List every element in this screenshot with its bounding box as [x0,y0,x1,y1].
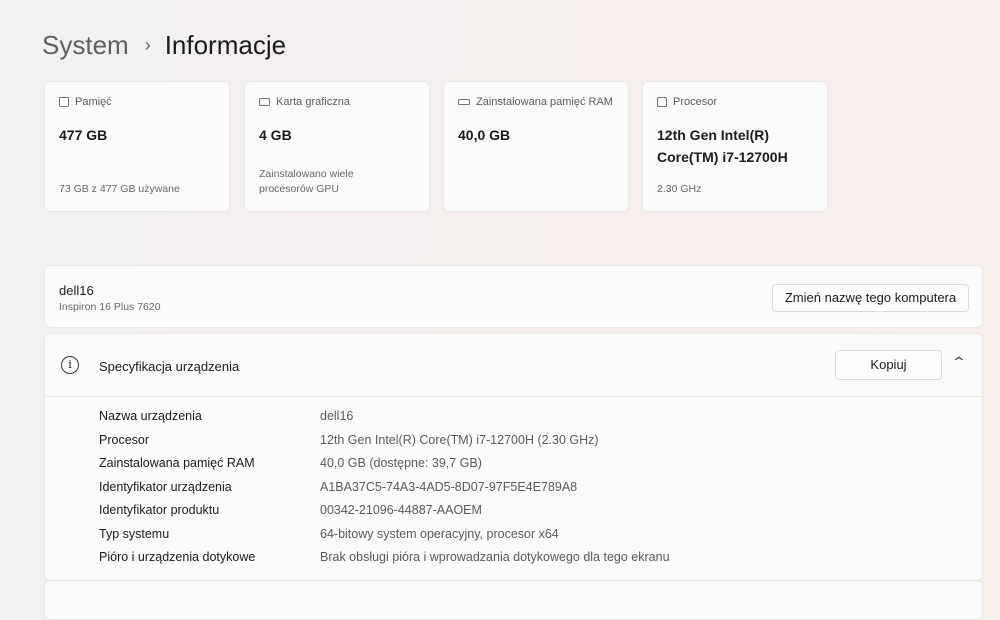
card-sub: Zainstalowano wiele procesorów GPU [259,168,354,195]
page-title: Informacje [164,30,287,60]
chevron-up-icon[interactable]: ⌃ [951,354,967,371]
spec-label: Identyfikator produktu [99,503,220,517]
info-icon: i [61,356,79,374]
spec-value: 40,0 GB (dostępne: 39,7 GB) [320,456,482,470]
card-sub: 2.30 GHz [657,183,702,195]
breadcrumb: System › Informacje [42,30,286,61]
computer-name-panel: dell16 Inspiron 16 Plus 7620 Zmień nazwę… [44,265,983,328]
copy-button[interactable]: Kopiuj [835,350,942,380]
specs-title: Specyfikacja urządzenia [99,359,240,374]
cpu-icon [657,97,667,107]
storage-card: Pamięć 477 GB 73 GB z 477 GB używane [44,81,230,212]
card-label: Procesor [673,96,718,108]
spec-value: Brak obsługi pióra i wprowadzania dotyko… [320,550,670,564]
storage-icon [59,97,69,107]
next-panel [44,580,983,620]
rename-computer-button[interactable]: Zmień nazwę tego komputera [772,284,969,312]
spec-label: Typ systemu [99,527,170,541]
spec-label: Zainstalowana pamięć RAM [99,456,255,470]
card-value: 40,0 GB [458,127,511,143]
breadcrumb-system[interactable]: System [42,30,129,61]
spec-label: Nazwa urządzenia [99,409,202,423]
computer-model: Inspiron 16 Plus 7620 [59,301,161,313]
computer-name: dell16 [59,283,94,298]
spec-value: 00342-21096-44887-AAOEM [320,503,482,517]
spec-label: Pióro i urządzenia dotykowe [99,550,256,564]
card-value: 12th Gen Intel(R) Core(TM) i7-12700H [657,127,788,165]
spec-label: Procesor [99,433,150,447]
spec-value: A1BA37C5-74A3-4AD5-8D07-97F5E4E789A8 [320,480,578,494]
specs-header[interactable]: i Specyfikacja urządzenia Kopiuj ⌃ [45,334,982,397]
spec-value: 12th Gen Intel(R) Core(TM) i7-12700H (2.… [320,433,599,447]
ram-icon [458,99,470,105]
card-value: 477 GB [59,127,108,143]
gpu-card: Karta graficzna 4 GB Zainstalowano wiele… [244,81,430,212]
card-sub: 73 GB z 477 GB używane [59,183,180,195]
spec-value: 64-bitowy system operacyjny, procesor x6… [320,527,559,541]
device-specs-panel: i Specyfikacja urządzenia Kopiuj ⌃ Nazwa… [44,333,983,581]
card-label: Zainstalowana pamięć RAM [476,96,613,108]
card-label: Karta graficzna [276,96,350,108]
ram-card: Zainstalowana pamięć RAM 40,0 GB [443,81,629,212]
spec-value: dell16 [320,409,354,423]
chevron-right-icon: › [144,35,151,55]
cpu-card: Procesor 12th Gen Intel(R) Core(TM) i7-1… [642,81,828,212]
spec-label: Identyfikator urządzenia [99,480,232,494]
card-value: 4 GB [259,127,292,143]
card-label: Pamięć [75,96,112,108]
gpu-icon [259,98,270,106]
